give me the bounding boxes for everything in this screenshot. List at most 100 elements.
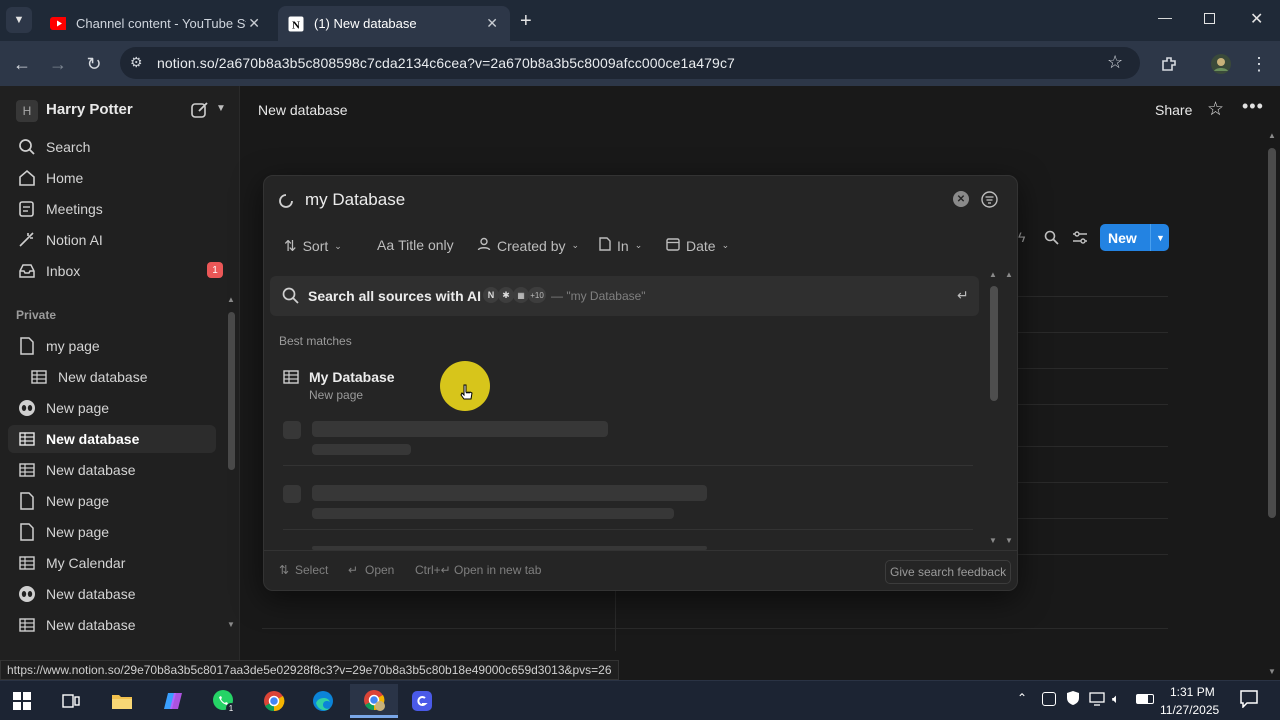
forward-arrow-icon[interactable]: → xyxy=(45,51,71,77)
sidebar-page-new-database[interactable]: New database xyxy=(8,456,216,484)
battery-icon[interactable] xyxy=(1136,694,1154,704)
share-button[interactable]: Share xyxy=(1155,102,1192,118)
chevron-down-icon[interactable]: ▼ xyxy=(1150,224,1165,251)
scroll-up-arrow-icon[interactable]: ▲ xyxy=(1268,131,1276,140)
page-title[interactable]: New database xyxy=(258,102,348,118)
close-tab-icon[interactable]: ✕ xyxy=(248,15,260,32)
favorite-star-icon[interactable]: ☆ xyxy=(1207,98,1224,121)
sidebar-item-label: New page xyxy=(46,400,110,416)
whatsapp-icon[interactable]: 1 xyxy=(204,684,244,718)
close-tab-icon[interactable]: ✕ xyxy=(486,15,498,32)
site-settings-icon[interactable]: ⚙ xyxy=(130,54,143,71)
scroll-up-arrow-icon[interactable]: ▲ xyxy=(227,295,235,304)
show-hidden-icons-icon[interactable]: ⌃ xyxy=(1017,691,1027,705)
tab-new-database[interactable]: N (1) New database ✕ xyxy=(278,6,510,41)
browser-menu-icon[interactable]: ⋮ xyxy=(1246,51,1272,77)
bookmark-star-icon[interactable]: ☆ xyxy=(1107,52,1123,73)
clear-search-icon[interactable]: ✕ xyxy=(953,191,969,207)
sidebar-page-new-page[interactable]: New page xyxy=(8,518,216,546)
results-scrollbar[interactable] xyxy=(990,286,998,401)
sidebar-scrollbar[interactable] xyxy=(228,312,235,470)
notifications-icon[interactable] xyxy=(1240,690,1258,713)
calendar-source-icon: ▦ xyxy=(513,287,529,303)
edge-icon[interactable] xyxy=(303,684,343,718)
page-icon xyxy=(16,490,38,512)
sidebar-page-new-database-child[interactable]: New database xyxy=(8,363,216,391)
main-scrollbar[interactable] xyxy=(1268,148,1276,518)
network-icon[interactable] xyxy=(1089,692,1105,711)
notion-ai-icon xyxy=(16,229,38,251)
db-settings-sliders-icon[interactable] xyxy=(1072,230,1088,250)
section-label-private[interactable]: Private xyxy=(16,308,56,322)
sidebar-page-new-database-active[interactable]: New database xyxy=(8,425,216,453)
sidebar-item-home[interactable]: Home xyxy=(8,164,216,192)
scroll-down-arrow-icon[interactable]: ▼ xyxy=(1268,667,1276,676)
new-page-edit-icon[interactable] xyxy=(190,100,210,125)
text-aa-icon: Aa xyxy=(377,237,395,253)
new-record-button[interactable]: New ▼ xyxy=(1100,224,1169,251)
security-shield-icon[interactable] xyxy=(1066,690,1080,711)
tray-app-icon[interactable] xyxy=(1042,692,1056,706)
extensions-icon[interactable] xyxy=(1156,51,1182,77)
sidebar-item-search[interactable]: Search xyxy=(8,133,216,161)
chevron-down-icon[interactable]: ▼ xyxy=(216,103,226,114)
taskbar-time[interactable]: 1:31 PM xyxy=(1170,685,1215,699)
sidebar-item-label: Notion AI xyxy=(46,232,103,248)
close-window-icon[interactable]: ✕ xyxy=(1250,9,1263,29)
search-input[interactable]: my Database xyxy=(305,190,405,210)
back-arrow-icon[interactable]: ← xyxy=(9,51,35,77)
filter-date[interactable]: Date ⌄ xyxy=(666,237,729,254)
sidebar-page-new-database[interactable]: New database xyxy=(8,580,216,608)
url-text[interactable]: notion.so/2a670b8a3b5c808598c7cda2134c6c… xyxy=(157,55,735,71)
scroll-up-arrow-icon[interactable]: ▲ xyxy=(1005,270,1013,279)
sidebar-page-my-page[interactable]: my page xyxy=(8,332,216,360)
tab-search-dropdown-button[interactable]: ▼ xyxy=(6,7,32,33)
volume-icon[interactable]: 🔈︎ xyxy=(1112,691,1120,707)
alien-emoji-icon xyxy=(16,397,38,419)
workspace-avatar[interactable]: H xyxy=(16,100,38,122)
workspace-name[interactable]: Harry Potter xyxy=(46,101,133,118)
sidebar-page-new-page[interactable]: New page xyxy=(8,487,216,515)
taskbar-date[interactable]: 11/27/2025 xyxy=(1160,703,1219,717)
table-row-divider xyxy=(1018,404,1168,405)
chrome-icon[interactable] xyxy=(254,684,294,718)
sidebar-item-notion-ai[interactable]: Notion AI xyxy=(8,226,216,254)
filter-in[interactable]: In ⌄ xyxy=(599,237,642,254)
minimize-icon[interactable]: — xyxy=(1158,9,1172,25)
filter-created-by[interactable]: Created by ⌄ xyxy=(477,237,579,254)
chevron-down-icon: ▼ xyxy=(13,14,25,26)
scroll-down-arrow-icon[interactable]: ▼ xyxy=(1005,536,1013,545)
give-search-feedback-button[interactable]: Give search feedback xyxy=(885,560,1012,584)
filter-sort[interactable]: ⇅ Sort ⌄ xyxy=(284,237,342,255)
windows-start-icon[interactable] xyxy=(2,684,42,718)
chrome-profile-active-icon[interactable] xyxy=(350,684,398,718)
automation-lightning-icon[interactable]: ϟ xyxy=(1018,229,1025,245)
sidebar-page-new-page[interactable]: New page xyxy=(8,394,216,422)
filter-settings-icon[interactable] xyxy=(981,191,998,213)
more-options-icon[interactable]: ••• xyxy=(1242,96,1264,117)
profile-avatar-icon[interactable] xyxy=(1208,51,1234,77)
reload-icon[interactable]: ↻ xyxy=(81,51,107,77)
chevron-down-icon: ⌄ xyxy=(571,240,580,250)
tab-label: (1) New database xyxy=(314,16,417,31)
new-tab-button[interactable]: + xyxy=(520,10,532,33)
file-explorer-icon[interactable] xyxy=(102,684,142,718)
table-icon xyxy=(16,459,38,481)
copilot-icon[interactable] xyxy=(153,684,193,718)
task-view-icon[interactable] xyxy=(51,684,91,718)
db-search-icon[interactable] xyxy=(1044,230,1059,250)
tab-youtube-studio[interactable]: Channel content - YouTube Stu ✕ xyxy=(40,6,272,41)
sidebar-item-meetings[interactable]: Meetings xyxy=(8,195,216,223)
scroll-down-arrow-icon[interactable]: ▼ xyxy=(227,620,235,629)
scroll-down-arrow-icon[interactable]: ▼ xyxy=(989,536,997,545)
restore-icon[interactable] xyxy=(1204,13,1215,24)
address-bar[interactable]: ⚙ notion.so/2a670b8a3b5c808598c7cda2134c… xyxy=(120,47,1140,79)
scroll-up-arrow-icon[interactable]: ▲ xyxy=(989,270,997,279)
filter-title-only[interactable]: Aa Title only xyxy=(377,237,454,253)
filter-label: Sort xyxy=(302,238,329,254)
sidebar-page-my-calendar[interactable]: My Calendar xyxy=(8,549,216,577)
snipping-app-icon[interactable] xyxy=(402,684,442,718)
sidebar-item-inbox[interactable]: Inbox xyxy=(8,257,216,285)
sidebar-page-new-database[interactable]: New database xyxy=(8,611,216,639)
footer-select-hint: Select xyxy=(295,563,329,577)
